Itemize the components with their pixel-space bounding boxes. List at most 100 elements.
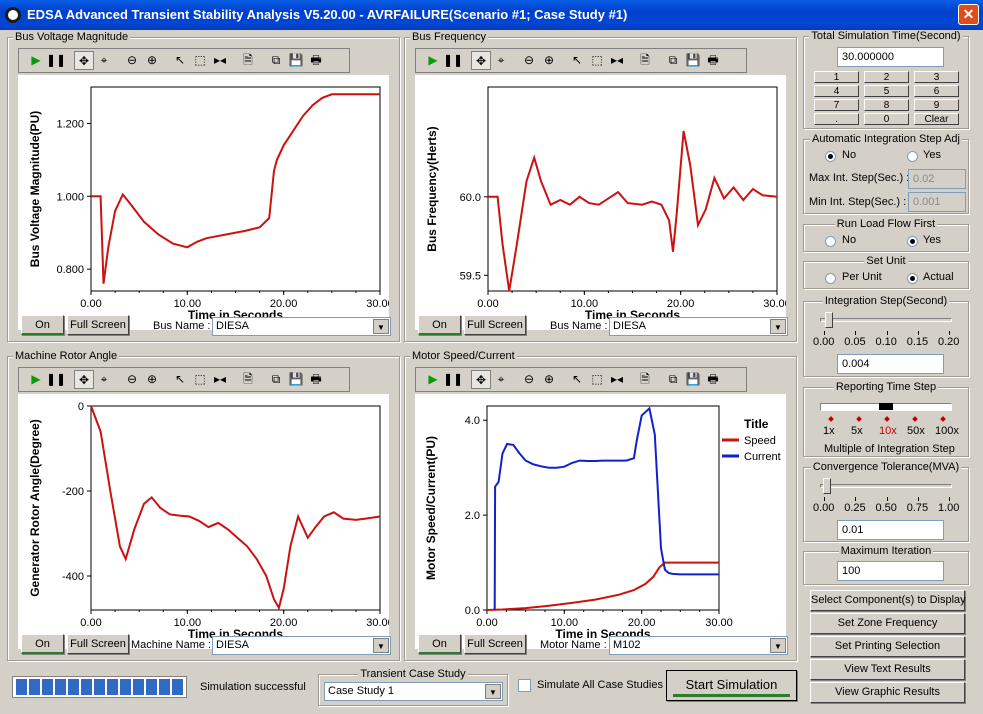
zoom-fit-icon[interactable]: ⌖ (94, 370, 114, 389)
copy-icon[interactable]: ⧉ (663, 51, 683, 70)
zoom-fit-icon[interactable]: ⌖ (491, 370, 511, 389)
keypad-key-1[interactable]: 1 (814, 71, 859, 83)
on-button[interactable]: On (21, 315, 64, 335)
name-select[interactable]: M102 ▼ (609, 636, 788, 655)
select-box-icon[interactable]: ⬚ (587, 370, 607, 389)
keypad-key-0[interactable]: 0 (864, 113, 909, 125)
keypad-key-7[interactable]: 7 (814, 99, 859, 111)
full-screen-button[interactable]: Full Screen (67, 634, 129, 654)
case-study-select[interactable]: Case Study 1 ▼ (324, 682, 503, 701)
max-step-input[interactable]: 0.02 (908, 169, 966, 189)
copy-icon[interactable]: ⧉ (663, 370, 683, 389)
on-button[interactable]: On (418, 634, 461, 654)
actual-radio[interactable] (907, 273, 918, 284)
select-components-button[interactable]: Select Component(s) to Display (810, 590, 966, 611)
split-icon[interactable]: ▸◂ (607, 51, 627, 70)
split-icon[interactable]: ▸◂ (607, 370, 627, 389)
keypad-key-8[interactable]: 8 (864, 99, 909, 111)
zoom-out-icon[interactable]: ⊖ (519, 51, 539, 70)
integration-step-input[interactable]: 0.004 (837, 354, 944, 374)
load-flow-no-radio[interactable] (825, 236, 836, 247)
pause-icon[interactable]: ❚❚ (46, 51, 66, 70)
select-box-icon[interactable]: ⬚ (587, 51, 607, 70)
move-icon[interactable]: ✥ (74, 51, 94, 70)
select-box-icon[interactable]: ⬚ (190, 370, 210, 389)
chart-area[interactable]: 0.0010.0020.0030.000-200-400Time in Seco… (18, 394, 389, 649)
save-icon[interactable]: 💾 (286, 51, 306, 70)
start-simulation-button[interactable]: Start Simulation (666, 670, 797, 701)
min-step-input[interactable]: 0.001 (908, 192, 966, 212)
move-icon[interactable]: ✥ (74, 370, 94, 389)
pointer-icon[interactable]: ↖ (170, 51, 190, 70)
simulate-all-checkbox[interactable] (518, 679, 531, 692)
zoom-fit-icon[interactable]: ⌖ (491, 51, 511, 70)
keypad-key-dot[interactable]: . (814, 113, 859, 125)
convergence-input[interactable]: 0.01 (837, 520, 944, 540)
keypad-key-2[interactable]: 2 (864, 71, 909, 83)
keypad-key-3[interactable]: 3 (914, 71, 959, 83)
zoom-in-icon[interactable]: ⊕ (539, 51, 559, 70)
copy-icon[interactable]: ⧉ (266, 51, 286, 70)
pause-icon[interactable]: ❚❚ (443, 370, 463, 389)
chevron-down-icon[interactable]: ▼ (373, 638, 389, 653)
chart-area[interactable]: 0.00 10.00 20.00 30.00 0.0 2.0 4.0 Time in Seco… (415, 394, 786, 649)
set-zone-frequency-button[interactable]: Set Zone Frequency (810, 613, 965, 634)
play-icon[interactable]: ▶ (423, 51, 443, 70)
chevron-down-icon[interactable]: ▼ (770, 319, 786, 334)
total-time-input[interactable]: 30.000000 (837, 47, 944, 67)
properties-icon[interactable]: 🗎 (635, 370, 655, 389)
keypad-key-clear[interactable]: Clear (914, 113, 959, 125)
integration-step-slider-thumb[interactable] (824, 312, 833, 328)
on-button[interactable]: On (21, 634, 64, 654)
zoom-fit-icon[interactable]: ⌖ (94, 51, 114, 70)
keypad-key-9[interactable]: 9 (914, 99, 959, 111)
set-printing-selection-button[interactable]: Set Printing Selection (810, 636, 965, 657)
keypad-key-5[interactable]: 5 (864, 85, 909, 97)
chart-area[interactable]: 0.0010.0020.0030.000.8001.0001.200Time i… (18, 75, 389, 330)
split-icon[interactable]: ▸◂ (210, 51, 230, 70)
pointer-icon[interactable]: ↖ (567, 370, 587, 389)
play-icon[interactable]: ▶ (26, 370, 46, 389)
load-flow-yes-radio[interactable] (907, 236, 918, 247)
split-icon[interactable]: ▸◂ (210, 370, 230, 389)
per-unit-radio[interactable] (825, 273, 836, 284)
chevron-down-icon[interactable]: ▼ (485, 684, 501, 699)
zoom-in-icon[interactable]: ⊕ (142, 51, 162, 70)
full-screen-button[interactable]: Full Screen (464, 315, 526, 335)
name-select[interactable]: DIESA ▼ (212, 317, 391, 336)
properties-icon[interactable]: 🗎 (238, 51, 258, 70)
move-icon[interactable]: ✥ (471, 51, 491, 70)
zoom-out-icon[interactable]: ⊖ (122, 370, 142, 389)
pause-icon[interactable]: ❚❚ (443, 51, 463, 70)
chevron-down-icon[interactable]: ▼ (373, 319, 389, 334)
view-text-results-button[interactable]: View Text Results (810, 659, 965, 680)
close-button[interactable]: ✕ (958, 4, 979, 25)
zoom-in-icon[interactable]: ⊕ (539, 370, 559, 389)
chart-area[interactable]: 0.0010.0020.0030.0059.560.0Time in Secon… (415, 75, 786, 330)
pause-icon[interactable]: ❚❚ (46, 370, 66, 389)
zoom-out-icon[interactable]: ⊖ (519, 370, 539, 389)
select-box-icon[interactable]: ⬚ (190, 51, 210, 70)
name-select[interactable]: DIESA ▼ (212, 636, 391, 655)
play-icon[interactable]: ▶ (423, 370, 443, 389)
zoom-in-icon[interactable]: ⊕ (142, 370, 162, 389)
keypad-key-6[interactable]: 6 (914, 85, 959, 97)
full-screen-button[interactable]: Full Screen (464, 634, 526, 654)
properties-icon[interactable]: 🗎 (635, 51, 655, 70)
chevron-down-icon[interactable]: ▼ (770, 638, 786, 653)
full-screen-button[interactable]: Full Screen (67, 315, 129, 335)
convergence-slider-thumb[interactable] (823, 478, 832, 494)
zoom-out-icon[interactable]: ⊖ (122, 51, 142, 70)
print-icon[interactable]: 🖶 (703, 370, 723, 389)
reporting-step-slider-thumb[interactable] (879, 403, 893, 410)
properties-icon[interactable]: 🗎 (238, 370, 258, 389)
integration-step-slider-track[interactable] (820, 318, 952, 322)
print-icon[interactable]: 🖶 (306, 370, 326, 389)
on-button[interactable]: On (418, 315, 461, 335)
app-icon[interactable] (5, 7, 21, 23)
auto-step-yes-radio[interactable] (907, 151, 918, 162)
pointer-icon[interactable]: ↖ (567, 51, 587, 70)
play-icon[interactable]: ▶ (26, 51, 46, 70)
view-graphic-results-button[interactable]: View Graphic Results (810, 682, 965, 703)
save-icon[interactable]: 💾 (286, 370, 306, 389)
